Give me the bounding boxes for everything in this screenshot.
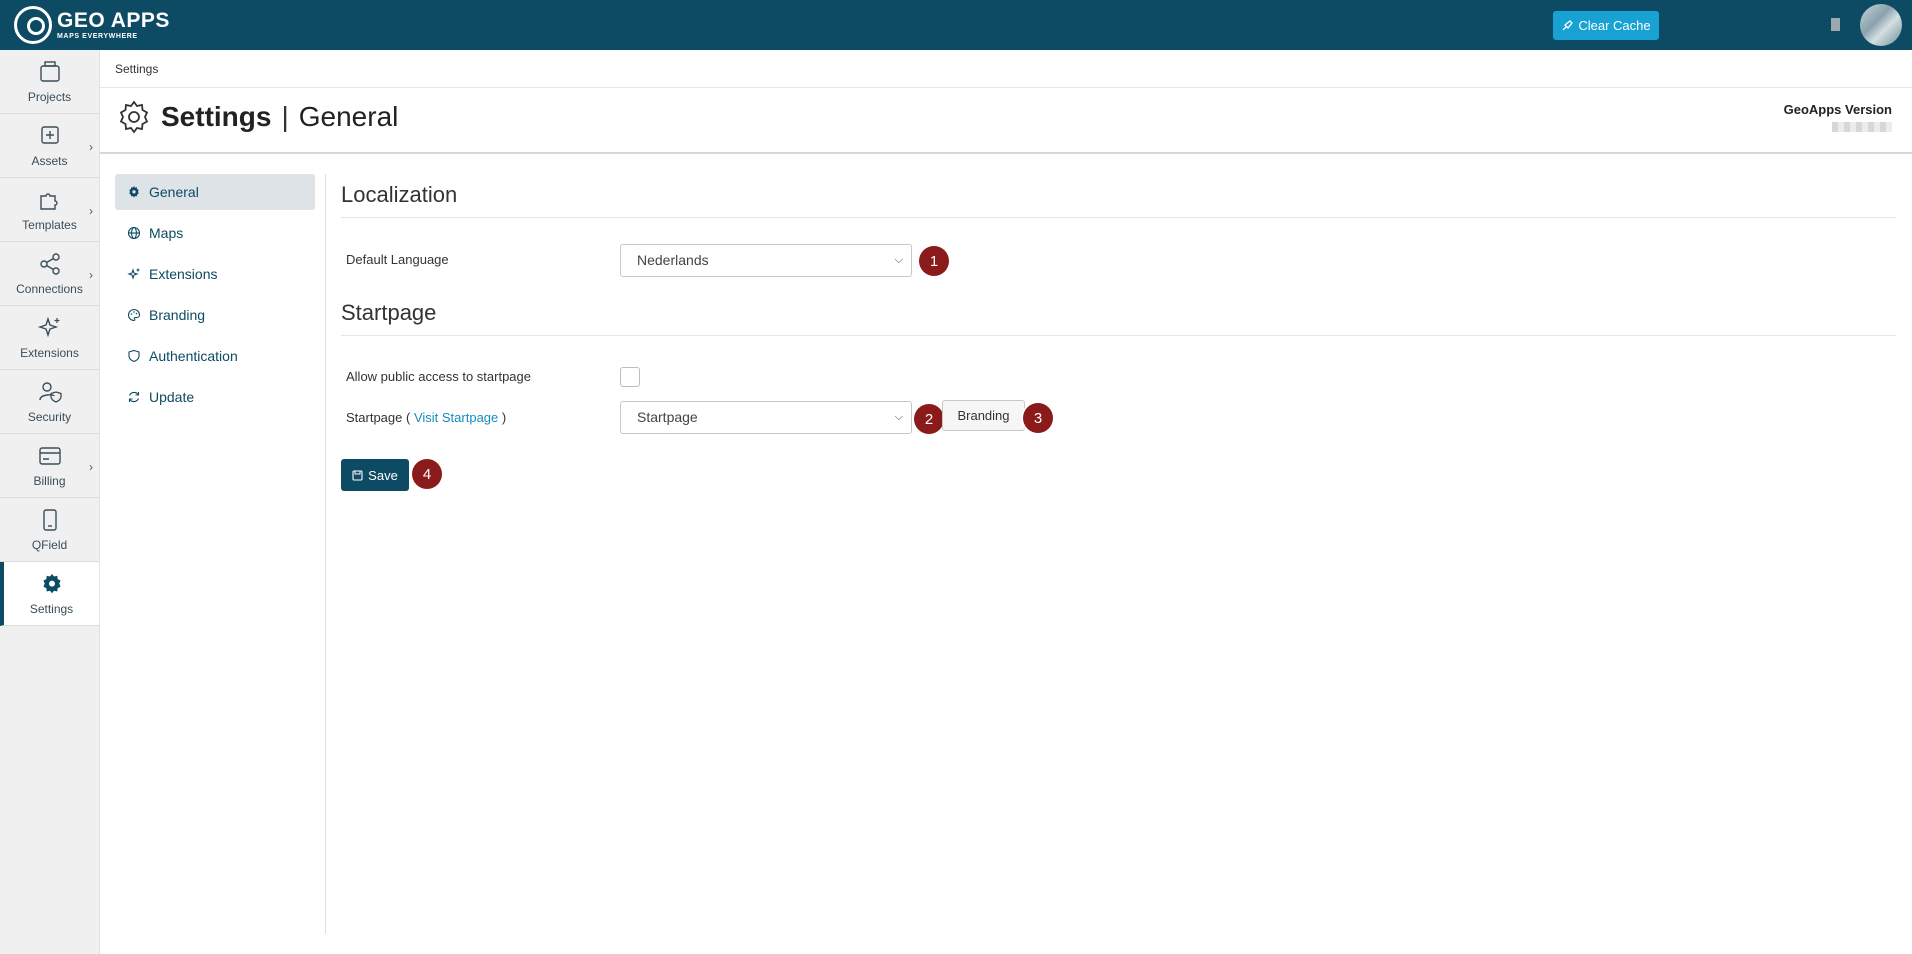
rail-item-label: Billing — [33, 474, 66, 488]
save-label: Save — [368, 467, 398, 483]
rail-item-connections[interactable]: Connections › — [0, 242, 99, 306]
localization-title: Localization — [341, 182, 458, 207]
page-subtitle: General — [298, 101, 399, 132]
section-divider — [341, 335, 1896, 336]
user-shield-icon — [38, 382, 62, 403]
settings-nav-authentication[interactable]: Authentication — [115, 338, 315, 374]
palette-icon — [128, 308, 141, 322]
rail-item-assets[interactable]: Assets › — [0, 114, 99, 178]
settings-nav-general[interactable]: General — [115, 174, 315, 210]
branding-button[interactable]: Branding — [942, 400, 1025, 431]
plus-square-icon — [40, 126, 59, 144]
rail-item-label: Connections — [16, 282, 83, 296]
settings-nav-extensions[interactable]: Extensions — [115, 256, 315, 292]
save-button[interactable]: Save — [341, 459, 409, 491]
rail-item-qfield[interactable]: QField — [0, 498, 99, 562]
nav-divider — [325, 174, 326, 934]
rail-item-templates[interactable]: Templates › — [0, 178, 99, 242]
share-nodes-icon — [39, 253, 60, 275]
chevron-right-icon: › — [89, 268, 93, 282]
rail-item-billing[interactable]: Billing › — [0, 434, 99, 498]
briefcase-icon — [39, 61, 60, 82]
annotation-badge-2: 2 — [914, 404, 944, 434]
settings-nav-label: Authentication — [149, 348, 238, 364]
rail-item-extensions[interactable]: Extensions — [0, 306, 99, 370]
top-bar: GEO APPS MAPS EVERYWHERE Clear Cache — [0, 0, 1912, 50]
settings-nav-label: Update — [149, 389, 195, 405]
default-language-value: Nederlands — [637, 252, 709, 268]
visit-startpage-link[interactable]: Visit Startpage — [414, 410, 498, 425]
public-access-checkbox[interactable] — [620, 367, 640, 387]
notification-indicator[interactable] — [1831, 18, 1840, 31]
phone-icon — [42, 509, 57, 531]
annotation-badge-3: 3 — [1023, 403, 1053, 433]
rail-item-label: Security — [27, 410, 72, 424]
chevron-down-icon: ⌵ — [894, 411, 903, 423]
default-language-select[interactable]: Nederlands ⌵ — [620, 244, 912, 277]
settings-nav-label: Extensions — [149, 266, 218, 282]
rocket-icon — [1562, 19, 1574, 30]
gear-outline-icon — [119, 100, 149, 134]
annotation-badge-1: 1 — [919, 246, 949, 276]
title-separator: | — [281, 101, 289, 132]
public-access-label: Allow public access to startpage — [346, 369, 531, 384]
chevron-right-icon: › — [89, 460, 93, 474]
logo-title: GEO APPS — [57, 9, 170, 32]
shield-icon — [128, 349, 140, 363]
puzzle-icon — [39, 193, 58, 210]
floppy-disk-icon — [352, 469, 363, 481]
chevron-right-icon: › — [89, 140, 93, 154]
settings-nav-update[interactable]: Update — [115, 379, 315, 415]
annotation-badge-4: 4 — [412, 459, 442, 489]
startpage-value: Startpage — [637, 409, 698, 425]
settings-nav-branding[interactable]: Branding — [115, 297, 315, 333]
gear-icon — [129, 186, 139, 198]
clear-cache-button[interactable]: Clear Cache — [1553, 11, 1659, 40]
rail-item-settings[interactable]: Settings — [0, 562, 99, 626]
settings-nav-label: Branding — [149, 307, 206, 323]
section-divider — [341, 217, 1896, 218]
refresh-icon — [128, 391, 140, 403]
settings-nav-label: Maps — [149, 225, 184, 241]
default-language-label: Default Language — [346, 252, 449, 267]
app-logo[interactable]: GEO APPS MAPS EVERYWHERE — [14, 5, 170, 45]
clear-cache-label: Clear Cache — [1578, 18, 1651, 33]
rail-item-projects[interactable]: Projects — [0, 50, 99, 114]
settings-nav: General Maps Extensions Branding Authent… — [115, 174, 315, 420]
page-title: Settings — [161, 101, 272, 132]
rail-item-label: Extensions — [20, 346, 79, 360]
credit-card-icon — [38, 447, 61, 465]
user-avatar[interactable] — [1860, 4, 1902, 46]
left-nav-rail: Projects Assets › Templates › Connection… — [0, 50, 100, 954]
rail-item-security[interactable]: Security — [0, 370, 99, 434]
rail-item-label: Projects — [27, 90, 72, 104]
startpage-label: Startpage ( Visit Startpage ) — [346, 410, 507, 425]
logo-subtitle: MAPS EVERYWHERE — [57, 33, 138, 40]
breadcrumb[interactable]: Settings — [100, 50, 1912, 88]
startpage-title: Startpage — [341, 300, 437, 325]
rail-item-label: Assets — [31, 154, 68, 168]
map-pin-logo-icon — [14, 6, 52, 44]
sparkles-icon — [37, 316, 59, 338]
rail-item-label: QField — [31, 538, 68, 552]
chevron-down-icon: ⌵ — [894, 254, 903, 266]
rail-item-label: Settings — [29, 602, 74, 616]
page-header: Settings | General GeoApps Version — [100, 88, 1912, 154]
startpage-select[interactable]: Startpage ⌵ — [620, 401, 912, 434]
version-label: GeoApps Version — [1783, 102, 1892, 117]
chevron-right-icon: › — [89, 204, 93, 218]
version-value-redacted — [1832, 122, 1892, 132]
globe-icon — [127, 226, 141, 240]
rail-item-label: Templates — [22, 218, 77, 232]
sparkles-icon — [127, 268, 140, 280]
gear-icon — [42, 574, 61, 594]
settings-nav-label: General — [149, 184, 199, 200]
settings-nav-maps[interactable]: Maps — [115, 215, 315, 251]
